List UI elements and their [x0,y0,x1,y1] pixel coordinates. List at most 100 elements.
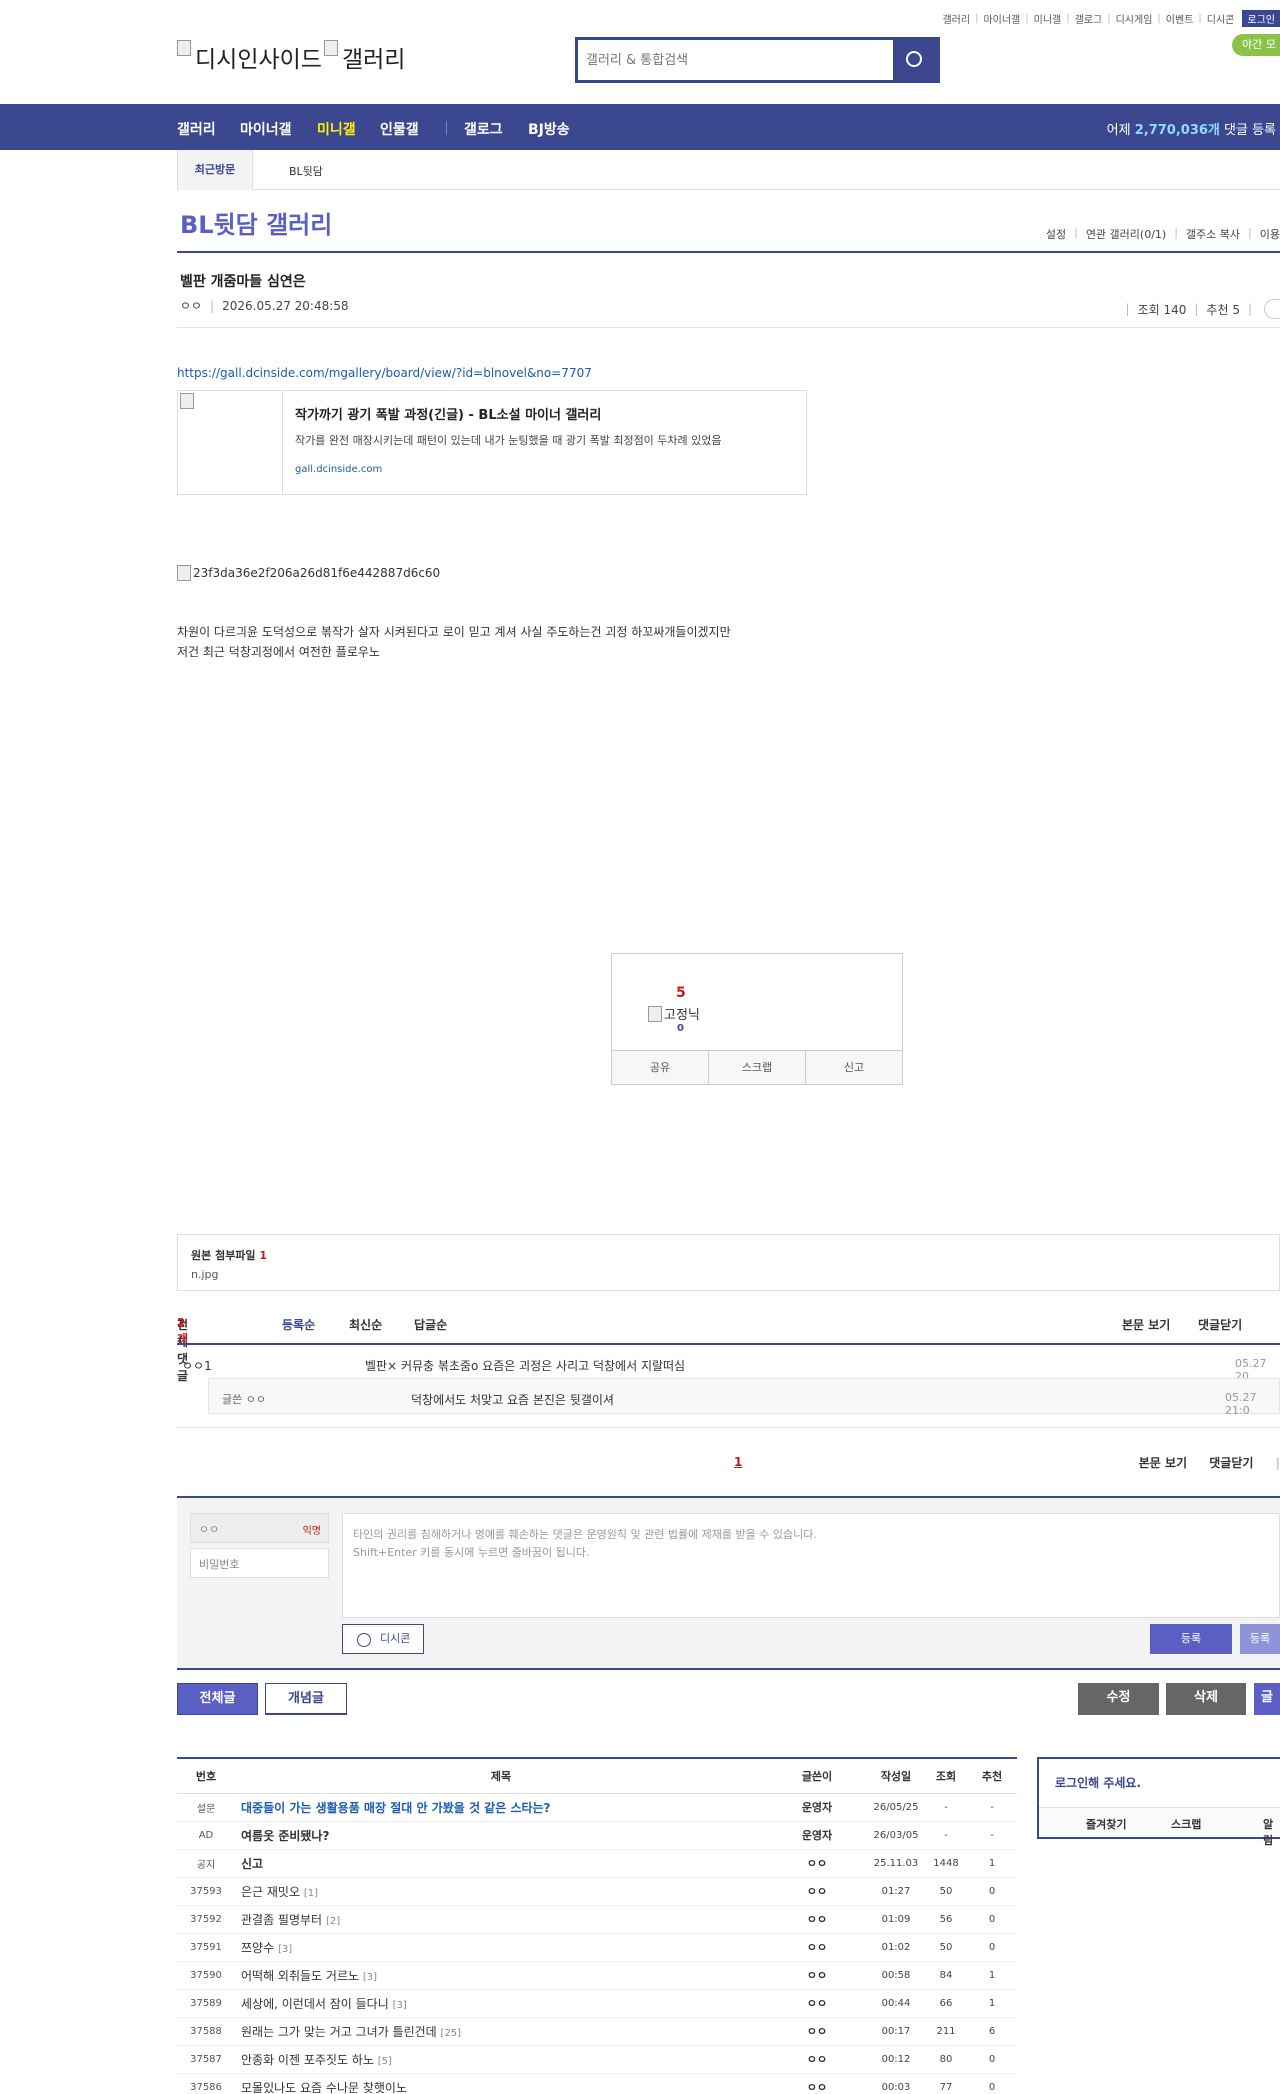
table-row[interactable]: 37587 안종화 이젠 포주짓도 하노 [5] ㅇㅇ 00:12 80 0 [177,2045,1017,2074]
favorites-link[interactable]: 즐겨찾기 [1086,1816,1126,1832]
row-reply-count[interactable]: [2] [326,1916,340,1927]
link-preview-card[interactable]: 작가까기 광기 폭발 과정(긴글) - BL소설 마이너 갤러리 작가를 완전 … [177,390,807,495]
copy-address-link[interactable]: 갤주소 복사 [1186,226,1240,242]
row-subject-text[interactable]: 대중들이 가는 생활용품 매장 절대 안 가봤을 것 같은 스타는? [241,1801,551,1815]
login-prompt[interactable]: 로그인해 주세요. [1055,1774,1141,1791]
nickname-input[interactable]: ㅇㅇ 익명 [190,1513,329,1543]
sort-by-registered[interactable]: 등록순 [282,1316,315,1333]
table-row[interactable]: 37590 어떡해 외취들도 거르노 [3] ㅇㅇ 00:58 84 1 [177,1961,1017,1990]
row-reply-count[interactable]: [5] [378,2056,392,2067]
table-row[interactable]: 37591 쯔양수 [3] ㅇㅇ 01:02 50 0 [177,1933,1017,1962]
night-mode-toggle[interactable]: 야간 모 [1232,34,1280,56]
table-row[interactable]: 공지 신고 ㅇㅇ 25.11.03 1448 1 [177,1849,1017,1878]
table-row[interactable]: 37593 은근 재밋오 [1] ㅇㅇ 01:27 50 0 [177,1877,1017,1906]
attachment-file-link[interactable]: n.jpg [191,1268,1266,1281]
close-comments-link[interactable]: 댓글닫기 [1209,1456,1253,1470]
util-link-gallery[interactable]: 갤러리 [942,11,970,26]
row-reply-count[interactable]: [3] [278,1944,292,1955]
row-subject-text[interactable]: 세상에, 이런데서 잠이 들다니 [241,1997,389,2011]
sort-by-latest[interactable]: 최신순 [349,1316,382,1333]
row-writer[interactable]: 운영자 [767,1793,867,1822]
row-subject[interactable]: 신고 [235,1849,767,1878]
scrap-link[interactable]: 스크랩 [1171,1816,1201,1832]
row-writer[interactable]: ㅇㅇ [767,1849,867,1878]
row-subject[interactable]: 대중들이 가는 생활용품 매장 절대 안 가봤을 것 같은 스타는? [235,1793,767,1822]
row-subject-text[interactable]: 관결좀 필명부터 [241,1913,322,1927]
post-author[interactable]: ㅇㅇ [180,299,202,313]
comment-register-alt-button[interactable]: 등록 [1240,1624,1280,1654]
row-reply-count[interactable]: [1] [304,1888,318,1899]
comment-register-button[interactable]: 등록 [1150,1624,1232,1654]
comment-author[interactable]: 글쓴 ㅇㅇ [222,1391,266,1407]
gnb-item-minor[interactable]: 마이너갤 [240,119,292,139]
search-input[interactable] [578,40,893,80]
usage-link[interactable]: 이용 [1260,226,1280,242]
dccon-button[interactable]: 디시콘 [342,1624,424,1654]
row-subject-text[interactable]: 어떡해 외취들도 거르노 [241,1969,359,1983]
gallery-settings-link[interactable]: 설정 [1046,226,1066,242]
all-posts-button[interactable]: 전체글 [177,1683,258,1715]
util-link-mini[interactable]: 미니갤 [1034,11,1062,26]
table-row[interactable]: 설문 대중들이 가는 생활용품 매장 절대 안 가봤을 것 같은 스타는? 운영자… [177,1793,1017,1822]
row-subject-text[interactable]: 안종화 이젠 포주짓도 하노 [241,2053,374,2067]
util-link-minor[interactable]: 마이너갤 [983,11,1020,26]
comment-page-1[interactable]: 1 [734,1455,742,1469]
recent-visit-tab[interactable]: 최근방문 [177,150,253,190]
fixed-nick-button[interactable]: 고정닉 [648,1004,700,1023]
row-subject-text[interactable]: 신고 [241,1857,263,1871]
recommended-posts-button[interactable]: 개념글 [265,1683,347,1715]
row-subject[interactable]: 은근 재밋오 [1] [235,1877,767,1906]
row-reply-count[interactable]: [3] [363,1972,377,1983]
scrap-button[interactable]: 스크랩 [709,1051,806,1084]
row-subject-text[interactable]: 모몰있나도 요즘 수나문 찾햇이노 [241,2081,407,2094]
comment-jump-button[interactable] [1264,299,1280,319]
row-writer[interactable]: ㅇㅇ [767,2073,867,2094]
notification-link[interactable]: 알림 [1263,1816,1280,1848]
row-writer[interactable]: ㅇㅇ [767,1989,867,2018]
gnb-item-gallery[interactable]: 갤러리 [177,119,216,139]
site-logo[interactable]: 디시인사이드 갤러리 [177,40,405,74]
row-subject[interactable]: 어떡해 외취들도 거르노 [3] [235,1961,767,1990]
row-writer[interactable]: ㅇㅇ [767,1905,867,1934]
row-subject-text[interactable]: 원래는 그가 맞는 거고 그녀가 틀린건데 [241,2025,437,2039]
row-writer[interactable]: ㅇㅇ [767,1961,867,1990]
row-writer[interactable]: ㅇㅇ [767,2045,867,2074]
comment-author[interactable]: ㅇㅇ1 [182,1357,212,1374]
gnb-item-gallog[interactable]: 갤로그 [464,119,503,139]
password-input[interactable]: 비밀번호 [190,1548,329,1578]
report-button[interactable]: 신고 [806,1051,902,1084]
util-link-game[interactable]: 디시게임 [1116,11,1153,26]
row-subject-text[interactable]: 은근 재밋오 [241,1885,300,1899]
row-subject-text[interactable]: 쯔양수 [241,1941,274,1955]
row-reply-count[interactable]: [25] [441,2028,462,2039]
row-writer[interactable]: ㅇㅇ [767,2017,867,2046]
table-row[interactable]: 37592 관결좀 필명부터 [2] ㅇㅇ 01:09 56 0 [177,1905,1017,1934]
row-writer[interactable]: ㅇㅇ [767,1933,867,1962]
search-button[interactable] [893,40,937,80]
edit-button[interactable]: 수정 [1078,1683,1159,1715]
related-gallery-link[interactable]: 연관 갤러리(0/1) [1086,226,1166,242]
table-row[interactable]: 37588 원래는 그가 맞는 거고 그녀가 틀린건데 [25] ㅇㅇ 00:17 21… [177,2017,1017,2046]
row-subject[interactable]: 원래는 그가 맞는 거고 그녀가 틀린건데 [25] [235,2017,767,2046]
write-button[interactable]: 글 [1254,1683,1280,1715]
delete-button[interactable]: 삭제 [1166,1683,1246,1715]
util-link-dccon[interactable]: 디시콘 [1207,11,1235,26]
sort-by-reply[interactable]: 답글순 [414,1316,447,1333]
row-subject[interactable]: 안종화 이젠 포주짓도 하노 [5] [235,2045,767,2074]
comment-textarea[interactable]: 타인의 권리를 침해하거나 명예를 훼손하는 댓글은 운영원칙 및 관련 법률에… [342,1513,1280,1618]
row-subject[interactable]: 모몰있나도 요즘 수나문 찾햇이노 [235,2073,767,2094]
row-subject[interactable]: 여름옷 준비됐나? [235,1821,767,1850]
table-row[interactable]: AD 여름옷 준비됐나? 운영자 26/03/05- - [177,1821,1017,1850]
row-subject[interactable]: 세상에, 이런데서 잠이 들다니 [3] [235,1989,767,2018]
row-writer[interactable]: 운영자 [767,1821,867,1850]
gallery-title[interactable]: BL뒷담 갤러리 [180,205,332,240]
gnb-item-person[interactable]: 인물갤 [380,119,419,139]
view-body-link[interactable]: 본문 보기 [1139,1456,1187,1470]
table-row[interactable]: 37586 모몰있나도 요즘 수나문 찾햇이노 ㅇㅇ 00:03 77 0 [177,2073,1017,2094]
view-body-link[interactable]: 본문 보기 [1122,1316,1170,1333]
share-button[interactable]: 공유 [612,1051,709,1084]
login-button[interactable]: 로그인 [1242,9,1280,27]
recent-gallery-link[interactable]: BL뒷담 [289,163,323,179]
row-reply-count[interactable]: [3] [393,2000,407,2011]
post-link[interactable]: https://gall.dcinside.com/mgallery/board… [177,366,592,380]
